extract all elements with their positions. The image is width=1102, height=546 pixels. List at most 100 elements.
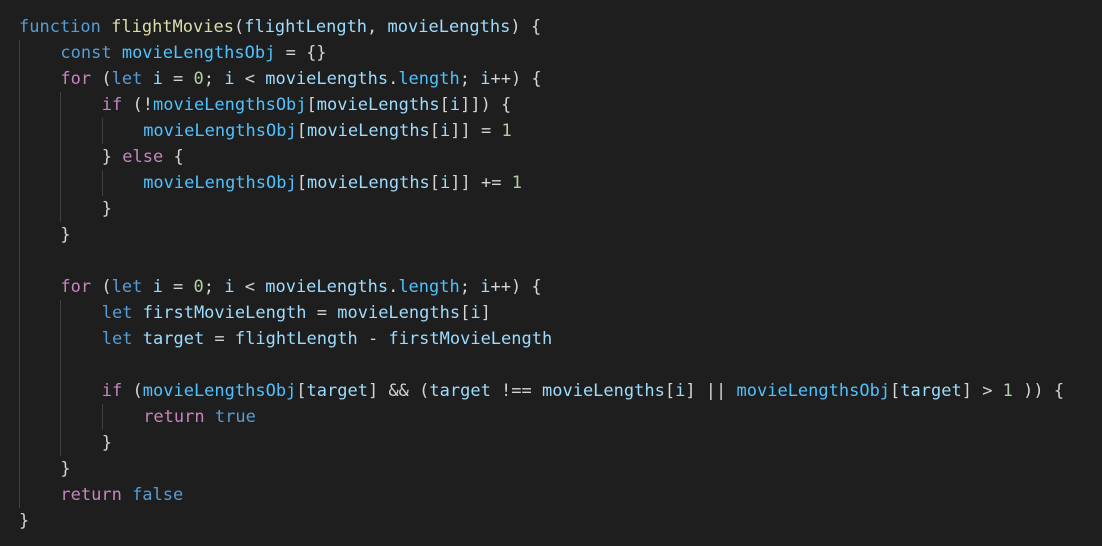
- code-token-keyword: let: [101, 329, 133, 349]
- code-token-default: ;: [459, 277, 481, 297]
- code-token-number: 0: [193, 69, 204, 89]
- code-line-content: const movieLengthsObj = {}: [60, 40, 326, 66]
- code-line-content: }: [19, 508, 29, 534]
- code-token-keyword: let: [111, 277, 143, 297]
- code-token-default: }: [101, 199, 113, 219]
- code-token-control: else: [122, 147, 164, 167]
- code-token-default: ] ||: [685, 381, 737, 401]
- code-token-default: (: [91, 69, 112, 89]
- code-token-variable: movieLengths: [306, 121, 430, 141]
- indent-guide: [19, 326, 20, 352]
- code-token-default: .: [388, 277, 399, 297]
- indent-guide: [19, 274, 20, 300]
- code-token-keyword: function: [19, 17, 101, 37]
- code-line-content: }: [102, 196, 112, 222]
- code-token-variable: i: [440, 173, 451, 193]
- code-token-control: for: [60, 69, 92, 89]
- code-token-variable: movieLengths: [306, 173, 430, 193]
- code-token-default: ;: [203, 69, 225, 89]
- indent-guide: [60, 352, 62, 378]
- code-token-default: [: [460, 303, 471, 323]
- code-token-default: {: [163, 147, 184, 167]
- indent-guide: [19, 40, 20, 66]
- code-token-default: = {}: [275, 43, 327, 63]
- code-token-default: !==: [490, 381, 542, 401]
- code-token-default: }: [101, 433, 113, 453]
- code-line-content: for (let i = 0; i < movieLengths.length;…: [60, 274, 541, 300]
- code-token-object: movieLengthsObj: [736, 381, 891, 401]
- code-line-content: return false: [60, 482, 183, 508]
- indent-guide: [19, 404, 20, 430]
- code-token-control: return: [60, 485, 122, 505]
- code-token-variable: i: [152, 69, 163, 89]
- code-token-keyword: let: [101, 303, 133, 323]
- code-token-default: ]] =: [450, 121, 502, 141]
- code-token-number: 0: [193, 277, 204, 297]
- code-token-default: <: [234, 69, 266, 89]
- indent-guide: [60, 300, 62, 326]
- indent-guide: [60, 378, 62, 404]
- code-token-variable: movieLengths: [316, 95, 440, 115]
- indent-guide: [19, 430, 20, 456]
- code-token-variable: movieLengths: [387, 17, 511, 37]
- code-token-variable: target: [429, 381, 491, 401]
- code-token-default: }: [101, 147, 123, 167]
- code-token-default: [: [890, 381, 901, 401]
- code-line-content: } else {: [102, 144, 184, 170]
- code-token-default: ,: [367, 17, 388, 37]
- code-token-default: (: [91, 277, 112, 297]
- code-token-default: )) {: [1012, 381, 1065, 401]
- indent-guide: [19, 92, 20, 118]
- code-token-variable: flightLength: [244, 17, 368, 37]
- indent-guide: [60, 404, 62, 430]
- code-token-control: if: [101, 381, 123, 401]
- code-token-object: movieLengthsObj: [143, 173, 297, 193]
- code-token-control: for: [60, 277, 92, 297]
- code-token-keyword: let: [111, 69, 143, 89]
- code-token-variable: firstMovieLength: [142, 303, 307, 323]
- code-token-default: ] && (: [367, 381, 430, 401]
- code-token-default: [205, 407, 215, 427]
- indent-guide: [101, 404, 103, 430]
- code-token-default: [: [429, 173, 441, 193]
- indent-guide: [60, 196, 62, 222]
- indent-guide: [19, 66, 20, 92]
- code-line-content: let target = flightLength - firstMovieLe…: [102, 326, 552, 352]
- indent-guide: [60, 326, 62, 352]
- code-token-default: (: [122, 381, 143, 401]
- code-token-keyword: false: [132, 485, 184, 505]
- code-token-default: }: [60, 459, 71, 479]
- code-line-content: if (movieLengthsObj[target] && (target !…: [102, 378, 1064, 404]
- indent-guide: [19, 196, 20, 222]
- indent-guide: [19, 170, 20, 196]
- code-token-default: [133, 303, 143, 323]
- code-token-default: [122, 485, 132, 505]
- code-editor[interactable]: function flightMovies(flightLength, movi…: [0, 0, 1102, 546]
- code-token-default: [133, 329, 143, 349]
- indent-guide: [19, 144, 20, 170]
- code-token-variable: i: [152, 277, 163, 297]
- code-token-default: =: [306, 303, 338, 323]
- code-token-default: ++) {: [490, 277, 542, 297]
- code-token-default: [142, 277, 152, 297]
- code-token-control: if: [101, 95, 123, 115]
- code-token-default: ;: [203, 277, 225, 297]
- code-token-number: 1: [1002, 381, 1013, 401]
- code-token-default: [: [664, 381, 676, 401]
- code-line-content: }: [102, 430, 112, 456]
- code-token-default: [112, 43, 122, 63]
- code-line-content: movieLengthsObj[movieLengths[i]] = 1: [143, 118, 512, 144]
- code-token-variable: movieLengths: [542, 381, 665, 401]
- code-token-keyword: true: [214, 407, 256, 427]
- code-line-content: function flightMovies(flightLength, movi…: [19, 14, 541, 40]
- code-token-variable: target: [900, 381, 962, 401]
- code-line-content: for (let i = 0; i < movieLengths.length;…: [60, 66, 541, 92]
- indent-guide: [19, 222, 20, 248]
- indent-guide: [19, 352, 20, 378]
- code-line-content: movieLengthsObj[movieLengths[i]] += 1: [143, 170, 522, 196]
- indent-guide: [19, 482, 20, 508]
- code-line-content: let firstMovieLength = movieLengths[i]: [102, 300, 491, 326]
- code-line-content: }: [60, 222, 70, 248]
- code-token-default: =: [162, 69, 194, 89]
- code-token-variable: i: [440, 121, 451, 141]
